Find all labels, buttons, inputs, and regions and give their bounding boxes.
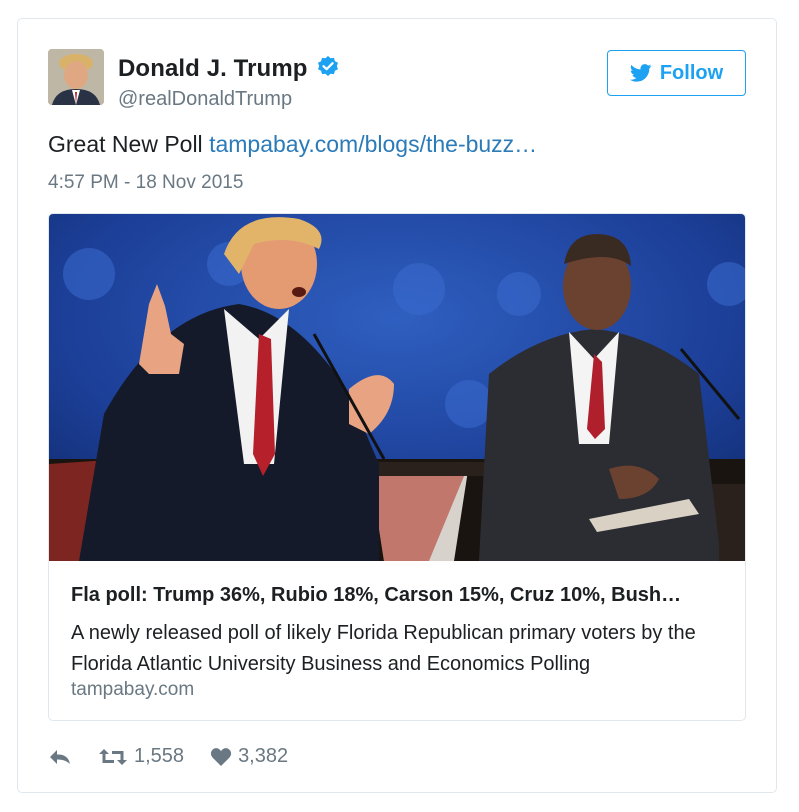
card-description: A newly released poll of likely Florida … <box>71 622 696 674</box>
avatar-photo <box>48 49 104 105</box>
reply-button[interactable] <box>48 747 72 767</box>
like-button[interactable]: 3,382 <box>210 745 288 768</box>
tweet-text: Great New Poll tampabay.com/blogs/the-bu… <box>48 131 537 158</box>
retweet-button[interactable]: 1,558 <box>98 745 184 768</box>
author-avatar[interactable] <box>48 49 104 105</box>
follow-button-label: Follow <box>659 61 724 84</box>
tweet-body: Great New Poll <box>48 131 210 157</box>
heart-icon <box>210 747 232 766</box>
follow-button[interactable]: Follow <box>607 50 746 96</box>
tweet-timestamp[interactable]: 4:57 PM - 18 Nov 2015 <box>48 172 243 194</box>
like-count: 3,382 <box>238 745 289 767</box>
tweet-actions: 1,558 3,382 <box>48 745 314 768</box>
card-domain: tampabay.com <box>71 679 195 700</box>
link-card[interactable]: Fla poll: Trump 36%, Rubio 18%, Carson 1… <box>48 213 746 721</box>
card-image[interactable] <box>49 214 745 561</box>
twitter-bird-icon <box>629 64 652 82</box>
reply-icon <box>50 749 70 764</box>
tweet-link[interactable]: tampabay.com/blogs/the-buzz… <box>209 131 537 157</box>
card-title[interactable]: Fla poll: Trump 36%, Rubio 18%, Carson 1… <box>71 584 681 607</box>
author-info[interactable]: Donald J. Trump @realDonaldTrump <box>118 55 340 111</box>
author-display-name[interactable]: Donald J. Trump <box>118 55 308 82</box>
retweet-count: 1,558 <box>134 745 185 767</box>
retweet-icon <box>99 748 127 765</box>
verified-badge-icon <box>316 55 340 84</box>
tweet-embed: Donald J. Trump @realDonaldTrump Follow … <box>17 18 777 793</box>
author-handle[interactable]: @realDonaldTrump <box>118 88 340 111</box>
